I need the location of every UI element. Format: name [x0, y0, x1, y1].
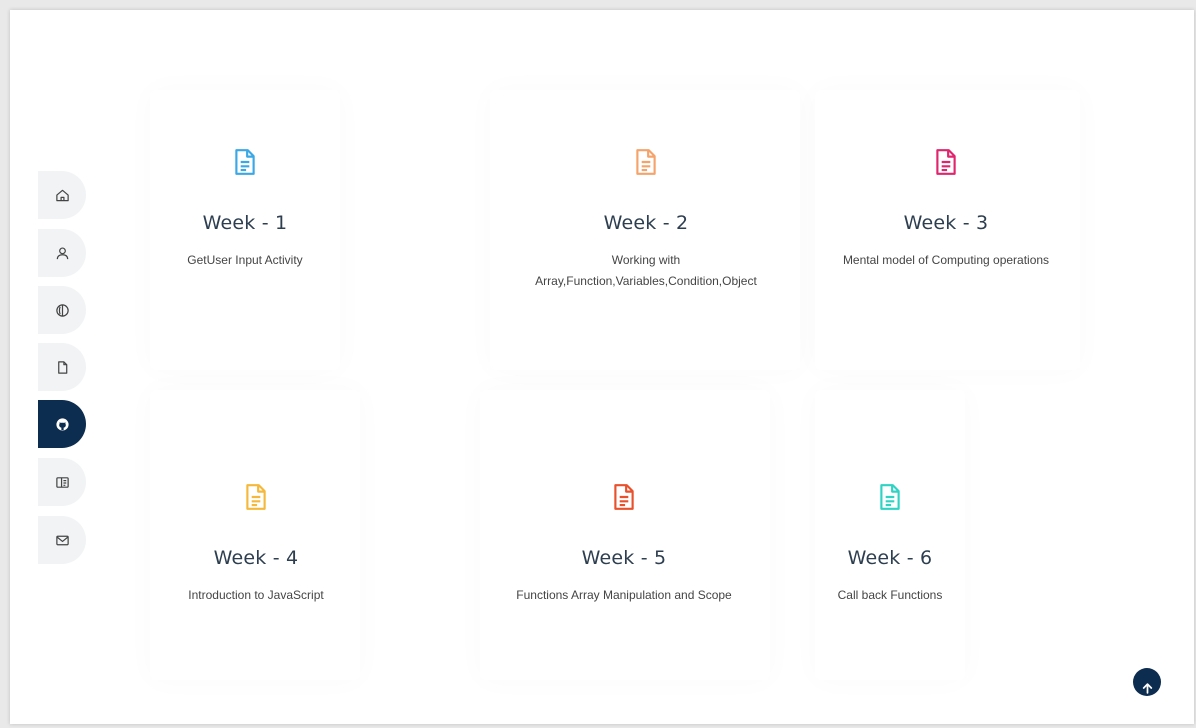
github-icon — [55, 417, 69, 431]
document-icon — [880, 484, 900, 510]
week-title: Week - 6 — [847, 547, 933, 569]
week-title: Week - 1 — [202, 212, 288, 234]
file-icon — [57, 360, 67, 374]
mail-icon — [55, 535, 69, 545]
home-icon — [55, 189, 69, 201]
pen-tool-icon — [55, 303, 69, 317]
week-title: Week - 3 — [903, 212, 989, 234]
week-title: Week - 2 — [603, 212, 689, 234]
back-to-top-button[interactable] — [1133, 668, 1161, 696]
week-card[interactable]: Week - 4 Introduction to JavaScript — [151, 483, 361, 606]
week-description: Mental model of Computing operations — [842, 253, 1050, 267]
week-description: Working with Array,Function,Variables,Co… — [496, 250, 796, 292]
page-frame — [10, 10, 1194, 724]
arrow-up-icon — [1142, 682, 1152, 694]
week-card[interactable]: Week - 6 Call back Functions — [810, 483, 970, 606]
week-card[interactable]: Week - 3 Mental model of Computing opera… — [816, 148, 1076, 271]
document-icon — [246, 484, 266, 510]
nav-item-resume[interactable] — [38, 343, 86, 391]
document-icon — [636, 149, 656, 175]
week-description: Call back Functions — [837, 588, 943, 602]
week-description-line: Working with — [611, 253, 681, 267]
nav-item-about[interactable] — [38, 229, 86, 277]
week-card[interactable]: Week - 2 Working with Array,Function,Var… — [496, 148, 796, 292]
week-card[interactable]: Week - 5 Functions Array Manipulation an… — [494, 483, 754, 606]
nav-item-portfolio[interactable] — [38, 458, 86, 506]
book-icon — [55, 476, 69, 488]
nav-item-contact[interactable] — [38, 516, 86, 564]
document-icon — [936, 149, 956, 175]
week-description: Functions Array Manipulation and Scope — [516, 588, 732, 602]
user-icon — [56, 246, 68, 259]
nav-item-home[interactable] — [38, 171, 86, 219]
document-icon — [235, 149, 255, 175]
week-description: GetUser Input Activity — [187, 253, 303, 267]
week-description-line: Array,Function,Variables,Condition,Objec… — [535, 274, 757, 288]
week-title: Week - 4 — [213, 547, 299, 569]
week-description: Introduction to JavaScript — [188, 588, 324, 602]
week-card[interactable]: Week - 1 GetUser Input Activity — [140, 148, 350, 271]
nav-item-github[interactable] — [38, 400, 86, 448]
document-icon — [614, 484, 634, 510]
nav-item-services[interactable] — [38, 286, 86, 334]
week-title: Week - 5 — [581, 547, 667, 569]
